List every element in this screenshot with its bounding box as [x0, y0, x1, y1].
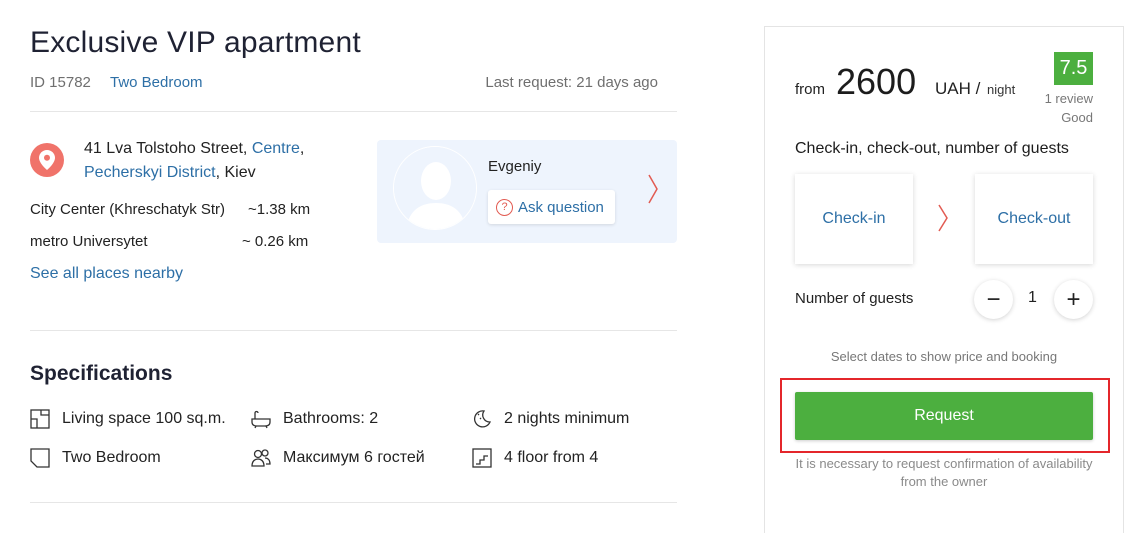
divider: [30, 502, 677, 503]
chevron-right-icon: [938, 204, 948, 232]
ask-question-label: Ask question: [518, 198, 604, 216]
guests-minus-button[interactable]: −: [974, 280, 1013, 319]
address-street: 41 Lva Tolstoho Street,: [84, 140, 252, 157]
checkin-field[interactable]: Check-in: [795, 174, 913, 264]
question-icon: ?: [496, 198, 513, 216]
spec-living-space: Living space 100 sq.m.: [30, 409, 226, 429]
place-name-metro-link[interactable]: metro Universytet: [30, 233, 148, 250]
stairs-icon: [472, 448, 492, 468]
listing-id: ID 15782: [30, 74, 91, 91]
address-comma: ,: [299, 140, 305, 157]
price-per: night: [987, 82, 1016, 97]
rating-word: Good: [1061, 110, 1093, 125]
place-distance: ~ 0.26 km: [242, 233, 309, 250]
booking-panel: from 2600 UAH / night 7.5 1 review Good …: [764, 26, 1124, 533]
spec-label: Максимум 6 гостей: [283, 449, 425, 466]
review-count-link[interactable]: 1 review: [1045, 91, 1093, 106]
address-area-link[interactable]: Centre: [252, 140, 300, 157]
host-name: Evgeniy: [488, 158, 542, 175]
people-icon: [251, 448, 271, 468]
host-avatar: [393, 146, 477, 230]
specifications-heading: Specifications: [30, 362, 173, 385]
address: 41 Lva Tolstoho Street, Centre, Pechersk…: [84, 137, 344, 185]
spec-label: Two Bedroom: [62, 449, 161, 466]
price-value: 2600: [836, 61, 917, 102]
chevron-right-icon[interactable]: [647, 174, 659, 204]
request-button[interactable]: Request: [795, 392, 1093, 440]
spec-floor: 4 floor from 4: [472, 448, 598, 468]
place-name: City Center (Khreschatyk Str): [30, 201, 226, 218]
moon-icon: [472, 409, 492, 429]
listing-title: Exclusive VIP apartment: [30, 26, 361, 59]
spec-bedrooms: Two Bedroom: [30, 448, 161, 468]
bathtub-icon: [251, 409, 271, 429]
floor-plan-icon: [30, 409, 50, 429]
divider: [30, 330, 677, 331]
guests-count: 1: [1028, 289, 1037, 306]
checkout-field[interactable]: Check-out: [975, 174, 1093, 264]
select-dates-note: Select dates to show price and booking: [830, 349, 1058, 364]
address-city: , Kiev: [215, 164, 256, 181]
dates-guests-label: Check-in, check-out, number of guests: [795, 140, 1069, 157]
location-pin-icon: [30, 143, 64, 177]
price-currency: UAH /: [935, 79, 981, 98]
see-all-places-link[interactable]: See all places nearby: [30, 265, 183, 283]
guests-label: Number of guests: [795, 290, 914, 307]
last-request: Last request: 21 days ago: [485, 74, 658, 91]
room-icon: [30, 448, 50, 468]
divider: [30, 111, 677, 112]
place-distance: ~1.38 km: [248, 201, 311, 218]
confirmation-note: It is necessary to request confirmation …: [795, 456, 1093, 489]
address-district-link[interactable]: Pecherskyi District: [84, 164, 216, 181]
price-from-label: from: [795, 81, 825, 98]
listing-type-link[interactable]: Two Bedroom: [110, 74, 203, 91]
spec-label: Bathrooms: 2: [283, 410, 379, 427]
spec-label: 2 nights minimum: [504, 410, 630, 427]
spec-label: 4 floor from 4: [504, 449, 599, 466]
spec-max-guests: Максимум 6 гостей: [251, 448, 425, 468]
rating-score-badge: 7.5: [1054, 52, 1093, 85]
ask-question-button[interactable]: ? Ask question: [488, 190, 615, 224]
spec-min-nights: 2 nights minimum: [472, 409, 629, 429]
host-card: Evgeniy ? Ask question: [377, 140, 677, 243]
guests-plus-button[interactable]: +: [1054, 280, 1093, 319]
spec-bathrooms: Bathrooms: 2: [251, 409, 378, 429]
spec-label: Living space 100 sq.m.: [62, 410, 226, 427]
